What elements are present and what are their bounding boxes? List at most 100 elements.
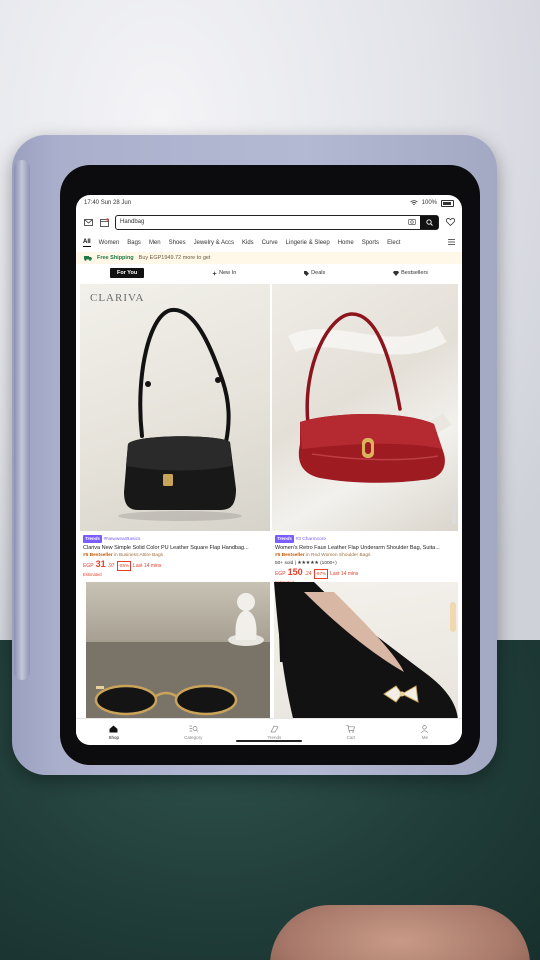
nav-me[interactable]: Me — [420, 724, 429, 740]
truck-icon — [84, 256, 92, 261]
nav-shop[interactable]: Shop — [108, 725, 120, 740]
search-row: Handbag — [76, 211, 462, 233]
mail-icon[interactable] — [83, 217, 93, 227]
estimated-label: Estimated — [83, 572, 102, 577]
feed-tab-deals-label: Deals — [311, 270, 326, 276]
nav-category-label: Category — [184, 734, 203, 740]
product-image-sunglasses[interactable] — [86, 582, 270, 722]
feed-tab-bestsellers[interactable]: Bestsellers — [393, 270, 428, 276]
feed-tab-new-in[interactable]: New In — [212, 270, 236, 276]
status-time: 17:40 — [84, 200, 100, 206]
trends-badge: Trends — [275, 535, 294, 543]
cat-tab-women[interactable]: Women — [99, 240, 120, 246]
cat-tab-elect[interactable]: Elect — [387, 240, 400, 246]
heels-scene — [274, 582, 458, 722]
cat-tab-shoes[interactable]: Shoes — [169, 240, 186, 246]
search-button[interactable] — [420, 215, 438, 229]
cat-tab-lingerie[interactable]: Lingerie & Sleep — [286, 240, 330, 246]
shipping-label: Free Shipping — [97, 255, 134, 261]
sold-count: 50+ sold — [275, 561, 294, 566]
home-indicator[interactable] — [236, 740, 302, 742]
status-bar: 17:40 Sun 28 Jun 100% — [76, 195, 462, 211]
trends-badge: Trends — [83, 535, 102, 543]
menu-icon[interactable] — [448, 238, 455, 247]
pencil-holder — [14, 160, 30, 680]
tablet-screen: 17:40 Sun 28 Jun 100% Handbag All Women — [76, 195, 462, 745]
product-info: Trends #NewwearBasics Clariva New Simple… — [83, 535, 267, 579]
free-shipping-banner[interactable]: Free Shipping Buy EGP1949.72 more to get — [76, 252, 462, 264]
product-title[interactable]: Clariva New Simple Solid Color PU Leathe… — [83, 544, 267, 552]
sunglasses-scene — [86, 593, 270, 722]
product-image-red-bag[interactable] — [272, 284, 458, 531]
bestseller-rank: #5 Bestseller — [275, 553, 305, 558]
wifi-icon — [409, 200, 418, 205]
battery-icon — [441, 199, 454, 207]
cart-icon — [346, 724, 356, 733]
feed-tab-for-you[interactable]: For You — [109, 268, 145, 278]
battery-percent: 100% — [421, 200, 437, 206]
product-image-black-bag[interactable]: CLARIVA — [80, 284, 270, 531]
product-card[interactable]: Trends #3 Charmcore Women's Retro Faux L… — [272, 284, 458, 585]
discount-badge: -67% — [313, 569, 329, 579]
nav-cart[interactable]: Cart — [346, 724, 356, 740]
nav-shop-label: Shop — [108, 734, 120, 740]
feed-tabs: For You New In Deals Bestsellers — [76, 264, 462, 282]
cat-tab-kids[interactable]: Kids — [242, 240, 254, 246]
product-image-black-heels[interactable] — [274, 582, 458, 722]
trend-tag[interactable]: #NewwearBasics — [104, 537, 141, 542]
diamond-icon — [393, 270, 400, 276]
nav-me-label: Me — [421, 734, 429, 740]
cat-tab-jewelry[interactable]: Jewelry & Accs — [194, 240, 234, 246]
nav-trends-label: Trends — [267, 734, 282, 740]
nav-trends[interactable]: Trends — [267, 725, 281, 740]
bestseller-category[interactable]: in Business Attire Bags — [114, 553, 163, 558]
search-icon — [425, 218, 433, 226]
shipping-detail: Buy EGP1949.72 more to get — [138, 255, 211, 261]
discount-badge: -85% — [116, 561, 132, 571]
product-card[interactable]: CLARIVA Trends #NewwearBasics Clariva Ne… — [80, 284, 270, 579]
tag-icon — [304, 270, 310, 276]
search-input[interactable]: Handbag — [115, 214, 439, 230]
product-title[interactable]: Women's Retro Faux Leather Flap Underarm… — [275, 544, 455, 552]
feed-tab-bestsellers-label: Bestsellers — [401, 270, 429, 276]
cat-tab-all[interactable]: All — [83, 239, 91, 247]
calendar-icon[interactable] — [99, 217, 109, 227]
price-decimal: .97 — [107, 563, 115, 569]
feed-tab-new-in-label: New In — [219, 270, 237, 276]
deal-note: Last 14 mins — [330, 571, 359, 577]
product-info: Trends #3 Charmcore Women's Retro Faux L… — [275, 535, 455, 587]
price-row: EGP 150.24 -67% Last 14 mins — [275, 568, 455, 579]
star-rating: ★★★★★ — [297, 561, 319, 566]
bestseller-category[interactable]: in Red Women Shoulder Bags — [306, 553, 370, 558]
search-value: Handbag — [120, 219, 145, 225]
red-handbag — [287, 312, 452, 483]
black-handbag — [118, 308, 242, 521]
review-count: (1000+) — [320, 561, 337, 566]
price-value: 31 — [95, 559, 106, 569]
deal-note: Last 14 mins — [133, 563, 162, 569]
nav-category[interactable]: Category — [184, 725, 202, 740]
cat-tab-home[interactable]: Home — [338, 240, 354, 246]
feed-tab-deals[interactable]: Deals — [304, 270, 325, 276]
trend-tag[interactable]: #3 Charmcore — [296, 537, 326, 542]
price-value: 150 — [287, 567, 303, 577]
home-icon — [109, 725, 118, 732]
scroll-indicator — [452, 502, 456, 524]
profile-icon — [421, 724, 429, 733]
sparkle-icon — [212, 270, 218, 276]
cat-tab-sports[interactable]: Sports — [362, 240, 379, 246]
cat-tab-men[interactable]: Men — [149, 240, 161, 246]
heart-icon[interactable] — [445, 217, 455, 227]
price-decimal: .24 — [304, 571, 312, 577]
currency: EGP — [83, 563, 94, 569]
trends-icon — [270, 725, 279, 732]
cat-tab-bags[interactable]: Bags — [127, 240, 141, 246]
camera-icon[interactable] — [408, 218, 416, 225]
hand — [270, 905, 530, 960]
cat-tab-curve[interactable]: Curve — [262, 240, 278, 246]
bestseller-rank: #5 Bestseller — [83, 553, 113, 558]
category-search-icon — [189, 725, 198, 732]
currency: EGP — [275, 571, 286, 577]
nav-cart-label: Cart — [346, 734, 356, 740]
category-tabs: All Women Bags Men Shoes Jewelry & Accs … — [76, 233, 462, 249]
